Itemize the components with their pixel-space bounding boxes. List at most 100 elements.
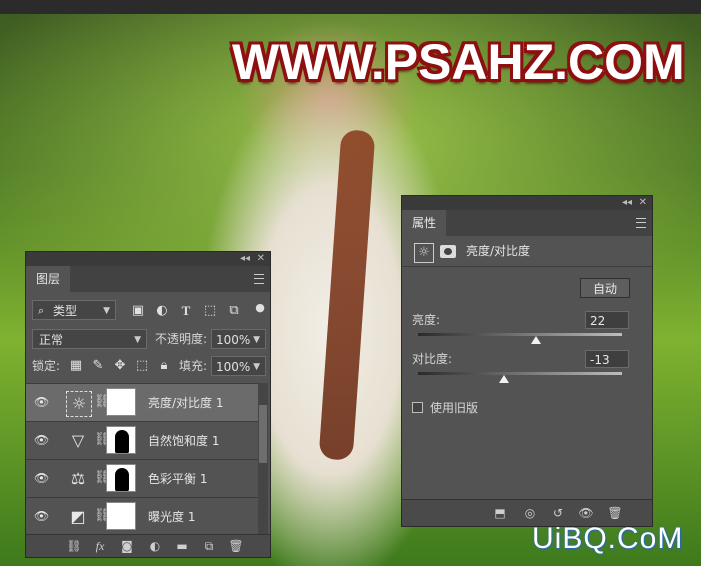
delete-adjustment-icon[interactable]: 🗑︎ xyxy=(607,505,623,521)
visibility-eye-icon[interactable]: 👁︎ xyxy=(34,471,49,485)
opacity-value: 100% xyxy=(216,333,251,347)
watermark-bottom: UiBQ.CoM xyxy=(532,522,684,555)
layer-mask-thumbnail[interactable] xyxy=(106,502,136,530)
collapse-icon[interactable]: ◂◂ xyxy=(622,196,632,210)
lock-all-icon[interactable]: 🔒︎ xyxy=(156,358,172,374)
layers-panel-titlebar[interactable]: ◂◂ ✕ xyxy=(26,252,270,266)
brightness-slider-thumb[interactable] xyxy=(531,336,542,344)
fill-field[interactable]: 100% ▼ xyxy=(211,356,266,376)
layer-list: 👁︎ ☼ ⛓︎ 亮度/对比度 1 👁︎ ▽ ⛓︎ 自然饱和度 1 👁︎ ⚖︎ ⛓… xyxy=(26,383,270,535)
lock-image-icon[interactable]: ✎ xyxy=(90,358,106,374)
layer-name: 色彩平衡 1 xyxy=(148,472,208,486)
contrast-slider-thumb[interactable] xyxy=(498,375,509,383)
close-icon[interactable]: ✕ xyxy=(639,196,647,210)
layer-name: 曝光度 1 xyxy=(148,510,196,524)
shape-filter-icon[interactable]: ⬚ xyxy=(202,303,218,319)
photo-hair xyxy=(318,129,376,461)
lock-artboard-icon[interactable]: ⬚ xyxy=(134,358,150,374)
layer-row-vibrance[interactable]: 👁︎ ▽ ⛓︎ 自然饱和度 1 xyxy=(26,421,266,459)
legacy-checkbox[interactable] xyxy=(412,402,423,413)
layer-row-exposure[interactable]: 👁︎ ◩ ⛓︎ 曝光度 1 xyxy=(26,497,266,535)
type-filter-icon[interactable]: T xyxy=(178,303,194,319)
tab-properties[interactable]: 属性 xyxy=(402,210,447,236)
new-group-icon[interactable]: ▬ xyxy=(174,538,190,554)
layer-mask-thumbnail[interactable] xyxy=(106,388,136,416)
layers-scrollbar[interactable] xyxy=(258,383,268,535)
lock-label: 锁定: xyxy=(32,359,61,373)
chevron-down-icon: ▼ xyxy=(103,306,110,316)
properties-header: ☼ 亮度/对比度 xyxy=(402,236,652,267)
visibility-eye-icon[interactable]: 👁︎ xyxy=(34,509,49,523)
brightness-contrast-icon: ☼ xyxy=(414,243,434,263)
layer-mask-icon[interactable] xyxy=(440,245,456,258)
tab-layers[interactable]: 图层 xyxy=(26,266,71,292)
fill-value: 100% xyxy=(216,360,251,374)
toggle-visibility-eye-icon[interactable]: 👁︎ xyxy=(578,505,594,521)
close-icon[interactable]: ✕ xyxy=(257,252,265,266)
link-layers-icon[interactable]: ⛓︎ xyxy=(66,538,82,554)
layer-mask-thumbnail[interactable] xyxy=(106,426,136,454)
visibility-eye-icon[interactable]: 👁︎ xyxy=(34,395,49,409)
brightness-track[interactable] xyxy=(418,333,622,336)
clip-to-layer-icon[interactable]: ⬒ xyxy=(492,505,508,521)
contrast-label: 对比度: xyxy=(412,352,453,366)
properties-header-title: 亮度/对比度 xyxy=(466,244,531,258)
properties-footer: ⬒ ◎ ↺ 👁︎ 🗑︎ xyxy=(402,499,652,526)
opacity-label: 不透明度: xyxy=(155,332,208,346)
vibrance-icon: ▽ xyxy=(71,431,85,450)
brightness-field[interactable]: 22 xyxy=(585,311,629,329)
delete-layer-icon[interactable]: 🗑︎ xyxy=(228,538,244,554)
layer-name: 亮度/对比度 1 xyxy=(148,396,224,410)
properties-tab-row: 属性 xyxy=(402,210,652,236)
contrast-track[interactable] xyxy=(418,372,622,375)
layers-footer: ⛓︎ fx ◙ ◐ ▬ ⧉ 🗑︎ xyxy=(26,534,270,557)
properties-panel-menu-icon[interactable] xyxy=(636,218,646,228)
layer-name: 自然饱和度 1 xyxy=(148,434,220,448)
lock-position-icon[interactable]: ✥ xyxy=(112,358,128,374)
layer-row-brightness-contrast[interactable]: 👁︎ ☼ ⛓︎ 亮度/对比度 1 xyxy=(26,383,266,421)
scrollbar-thumb[interactable] xyxy=(259,405,267,463)
contrast-field[interactable]: -13 xyxy=(585,350,629,368)
smart-object-filter-icon[interactable]: ⧉ xyxy=(226,303,242,319)
add-mask-icon[interactable]: ◙ xyxy=(119,538,135,554)
opacity-field[interactable]: 100% ▼ xyxy=(211,329,266,349)
view-previous-state-icon[interactable]: ◎ xyxy=(522,505,538,521)
fill-label: 填充: xyxy=(179,359,208,373)
top-bar xyxy=(0,0,701,14)
new-layer-icon[interactable]: ⧉ xyxy=(201,538,217,554)
color-balance-icon: ⚖︎ xyxy=(70,469,86,488)
new-adjustment-layer-icon[interactable]: ◐ xyxy=(147,538,163,554)
brightness-label: 亮度: xyxy=(412,313,441,327)
auto-button[interactable]: 自动 xyxy=(580,278,630,298)
exposure-icon: ◩ xyxy=(70,507,86,526)
brightness-contrast-icon: ☼ xyxy=(66,391,92,417)
collapse-icon[interactable]: ◂◂ xyxy=(240,252,250,266)
mask-silhouette xyxy=(115,468,129,491)
filter-kind-value: 类型 xyxy=(53,304,78,318)
watermark-top: WWW.PSAHZ.COM xyxy=(232,34,685,90)
filter-toggle-icon[interactable]: ● xyxy=(252,300,268,316)
chevron-down-icon: ▼ xyxy=(134,335,141,345)
layers-panel: ◂◂ ✕ 图层 ⌕ 类型 ▼ ▣ ◐ T ⬚ ⧉ ● 正常 ▼ 不透明度: 10… xyxy=(25,251,271,558)
blend-mode-value: 正常 xyxy=(39,333,64,347)
blend-mode-select[interactable]: 正常 ▼ xyxy=(32,329,147,349)
layer-mask-thumbnail[interactable] xyxy=(106,464,136,492)
filter-kind-select[interactable]: ⌕ 类型 ▼ xyxy=(32,300,116,320)
layer-row-color-balance[interactable]: 👁︎ ⚖︎ ⛓︎ 色彩平衡 1 xyxy=(26,459,266,497)
search-icon: ⌕ xyxy=(38,304,45,317)
chevron-down-icon: ▼ xyxy=(253,335,260,345)
chevron-down-icon: ▼ xyxy=(253,362,260,372)
properties-panel-titlebar[interactable]: ◂◂ ✕ xyxy=(402,196,652,210)
legacy-label: 使用旧版 xyxy=(430,401,479,415)
mask-dot xyxy=(444,248,452,255)
adjustment-filter-icon[interactable]: ◐ xyxy=(154,303,170,319)
layer-style-fx-icon[interactable]: fx xyxy=(92,538,108,554)
mask-silhouette xyxy=(115,430,129,453)
visibility-eye-icon[interactable]: 👁︎ xyxy=(34,433,49,447)
reset-icon[interactable]: ↺ xyxy=(550,505,566,521)
lock-transparent-icon[interactable]: ▦ xyxy=(68,358,84,374)
properties-panel: ◂◂ ✕ 属性 ☼ 亮度/对比度 自动 亮度: 22 对比度: -13 使用旧版… xyxy=(401,195,653,527)
pixel-filter-icon[interactable]: ▣ xyxy=(130,303,146,319)
layers-tab-row: 图层 xyxy=(26,266,270,292)
layers-panel-menu-icon[interactable] xyxy=(254,274,264,284)
